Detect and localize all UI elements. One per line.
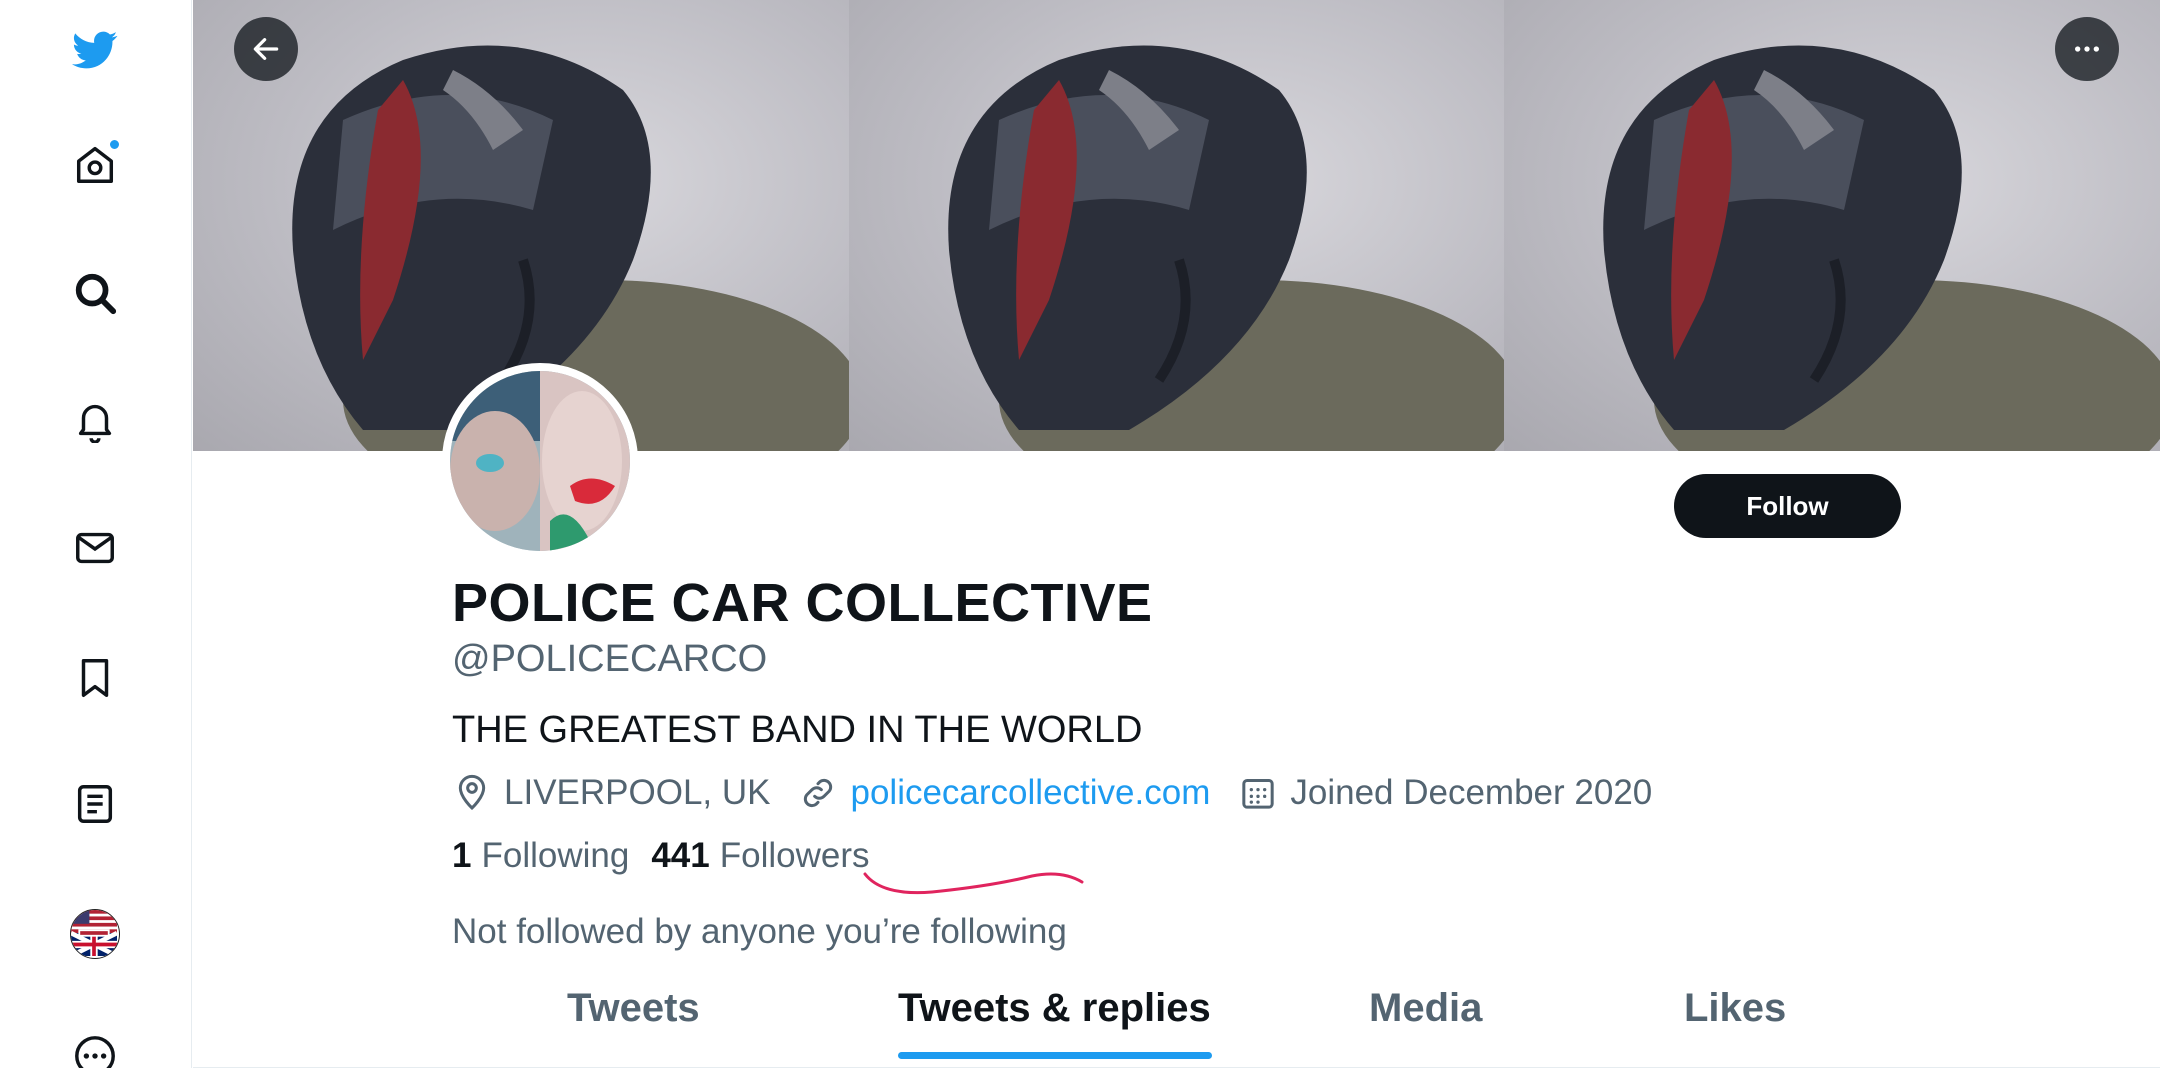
notification-dot [108, 138, 121, 151]
profile-main: Follow POLICE CAR COLLECTIVE @POLICECARC… [193, 0, 2160, 1068]
arrow-left-icon [253, 38, 279, 60]
more-circle-icon [75, 1036, 115, 1068]
profile-avatar-button[interactable] [65, 904, 125, 964]
tab-tweets[interactable]: Tweets [567, 986, 700, 1031]
following-link[interactable]: 1 Following [452, 836, 629, 876]
location-text: LIVERPOOL, UK [504, 773, 771, 812]
messages-icon[interactable] [65, 518, 125, 578]
tab-likes[interactable]: Likes [1684, 986, 1786, 1031]
lists-icon[interactable] [65, 774, 125, 834]
banner-image-tile [848, 0, 1505, 451]
mail-icon [76, 532, 114, 564]
followers-link[interactable]: 441 Followers [651, 836, 869, 876]
twitter-bird-icon [72, 31, 118, 69]
profile-photo [450, 371, 630, 551]
sidebar-nav [0, 0, 192, 1068]
profile-tabs: Tweets Tweets & replies Media Likes [193, 980, 2160, 1068]
more-button[interactable] [2055, 17, 2119, 81]
profile-bio: THE GREATEST BAND IN THE WORLD [452, 709, 1143, 751]
back-button[interactable] [234, 17, 298, 81]
link-icon [804, 778, 833, 808]
tab-media[interactable]: Media [1369, 986, 1482, 1031]
helmet-photo [947, 45, 1505, 451]
profile-meta: LIVERPOOL, UK policecarcollective.com Jo… [452, 770, 1680, 816]
magnifier-icon [75, 273, 117, 315]
bell-icon [78, 404, 112, 443]
join-date-text: Joined December 2020 [1290, 773, 1653, 812]
calendar-icon [1242, 779, 1275, 809]
followers-label: Followers [719, 836, 870, 875]
bookmark-icon [81, 659, 109, 697]
join-date: Joined December 2020 [1238, 773, 1652, 813]
follow-button[interactable]: Follow [1674, 474, 1901, 538]
active-tab-indicator [898, 1052, 1212, 1059]
display-name: POLICE CAR COLLECTIVE [452, 573, 1153, 633]
location-pin-icon [458, 774, 486, 811]
followers-count: 441 [651, 836, 710, 875]
following-count: 1 [452, 836, 472, 875]
more-options-icon[interactable] [65, 1026, 125, 1068]
profile-handle: @POLICECARCO [452, 638, 768, 680]
tab-tweets-and-replies[interactable]: Tweets & replies [898, 986, 1211, 1031]
list-document-icon [77, 785, 113, 823]
bookmarks-icon[interactable] [65, 648, 125, 708]
following-label: Following [481, 836, 630, 875]
website: policecarcollective.com [798, 773, 1210, 813]
twitter-logo-icon[interactable] [65, 20, 125, 80]
profile-avatar[interactable] [442, 363, 638, 559]
ellipsis-icon [2075, 46, 2099, 52]
website-link[interactable]: policecarcollective.com [850, 773, 1210, 813]
location: LIVERPOOL, UK [452, 773, 770, 813]
home-icon[interactable] [65, 134, 125, 194]
flag-avatar-icon [71, 910, 119, 958]
avatar [70, 909, 120, 959]
red-underline-annotation [863, 872, 1084, 895]
follow-stats: 1 Following 441 Followers [452, 836, 892, 876]
search-icon[interactable] [65, 263, 125, 323]
not-followed-notice: Not followed by anyone you’re following [452, 912, 1067, 951]
notifications-icon[interactable] [65, 390, 125, 450]
